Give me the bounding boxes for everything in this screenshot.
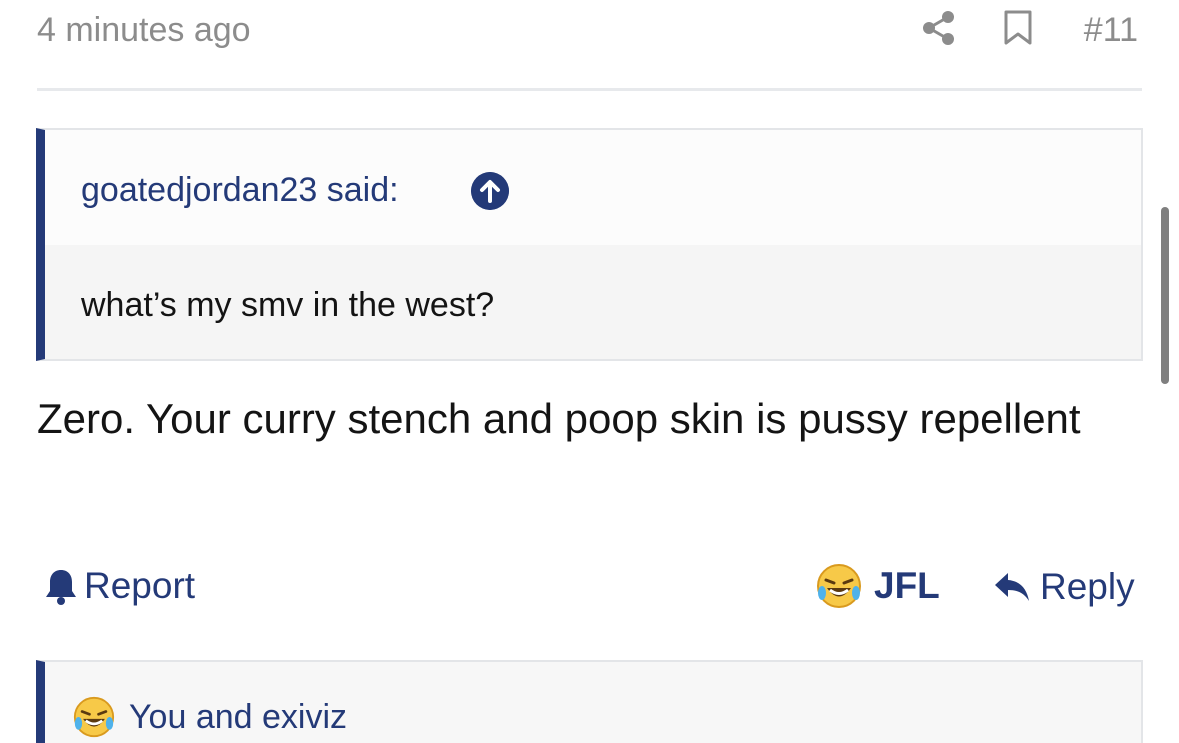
laughing-crying-emoji-icon: [817, 564, 861, 608]
arrow-up-icon[interactable]: [471, 172, 509, 210]
scrollbar-thumb[interactable]: [1161, 207, 1169, 384]
post-body: Zero. Your curry stench and poop skin is…: [37, 395, 1081, 442]
reactions-summary-link[interactable]: You and exiviz: [129, 698, 347, 737]
bell-icon: [46, 570, 76, 605]
header-divider: [37, 88, 1142, 91]
bookmark-icon[interactable]: [1003, 10, 1033, 46]
reply-arrow-icon: [995, 573, 1029, 601]
laughing-crying-emoji-icon: [73, 696, 115, 738]
quote-author-link[interactable]: goatedjordan23 said:: [81, 170, 399, 210]
post-timestamp[interactable]: 4 minutes ago: [37, 10, 251, 50]
post-page: 4 minutes ago #11 goatedjordan23 said: w…: [0, 0, 1179, 743]
reply-button[interactable]: Reply: [992, 566, 1135, 608]
reaction-button[interactable]: JFL: [816, 563, 940, 609]
quote-block: goatedjordan23 said: what’s my smv in th…: [36, 128, 1143, 361]
reply-label: Reply: [1040, 566, 1135, 607]
reaction-label: JFL: [874, 565, 940, 606]
reactions-summary-content: You and exiviz: [73, 696, 347, 738]
reactions-summary: You and exiviz: [36, 660, 1143, 743]
post-meta-row: 4 minutes ago #11: [37, 0, 1142, 62]
share-icon[interactable]: [921, 10, 957, 46]
quote-text: what’s my smv in the west?: [81, 286, 495, 324]
quote-body: what’s my smv in the west?: [45, 245, 1141, 359]
report-label: Report: [84, 565, 196, 606]
quote-header: goatedjordan23 said:: [45, 130, 1141, 245]
report-button[interactable]: Report: [44, 565, 196, 606]
post-number-link[interactable]: #11: [1084, 10, 1138, 50]
